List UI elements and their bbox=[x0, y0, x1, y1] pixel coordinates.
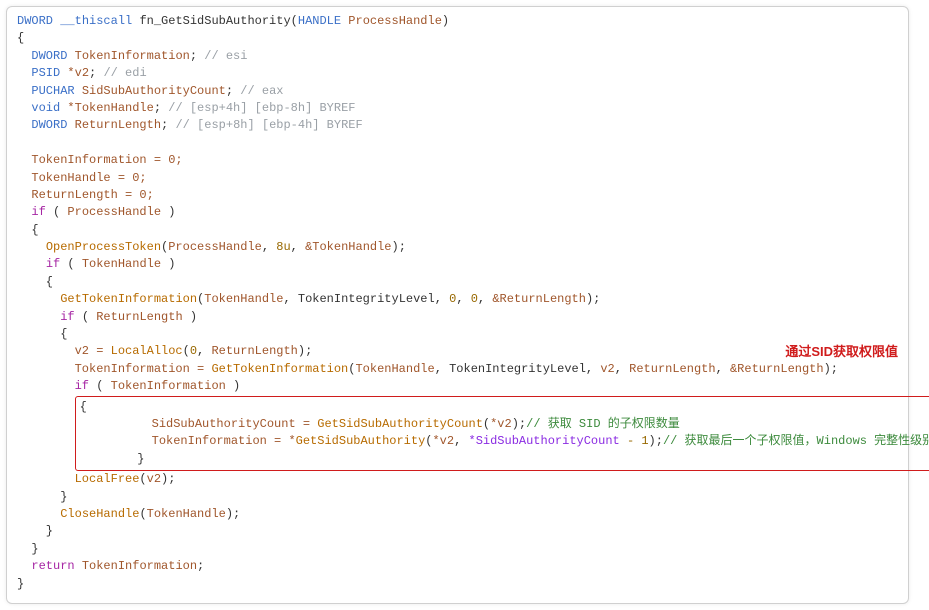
decl-name: *TokenHandle bbox=[67, 101, 153, 115]
annotation-label: 通过SID获取权限值 bbox=[785, 343, 898, 362]
decl-comment: // eax bbox=[240, 84, 283, 98]
decl-name: SidSubAuthorityCount bbox=[82, 84, 226, 98]
arg: TokenHandle bbox=[355, 362, 434, 376]
decl-type: PSID bbox=[31, 66, 60, 80]
call-getsidsubauthoritycount: GetSidSubAuthorityCount bbox=[317, 417, 483, 431]
arg: *v2 bbox=[432, 434, 454, 448]
ret-type: DWORD bbox=[17, 14, 53, 28]
calling-conv: __thiscall bbox=[60, 14, 132, 28]
arg: TokenHandle bbox=[147, 507, 226, 521]
arg: ReturnLength bbox=[211, 344, 297, 358]
arg: v2 bbox=[147, 472, 161, 486]
arg: ProcessHandle bbox=[168, 240, 262, 254]
call-localalloc: LocalAlloc bbox=[111, 344, 183, 358]
stmt: TokenHandle = 0; bbox=[31, 171, 146, 185]
call-gettokeninformation: GetTokenInformation bbox=[60, 292, 197, 306]
assign-lhs: TokenInformation = * bbox=[152, 434, 296, 448]
cond: ProcessHandle bbox=[67, 205, 161, 219]
decl-name: ReturnLength bbox=[75, 118, 161, 132]
arg: 0 bbox=[190, 344, 197, 358]
decl-type: void bbox=[31, 101, 60, 115]
arg: 8u bbox=[276, 240, 290, 254]
arg: *v2 bbox=[490, 417, 512, 431]
cond: ReturnLength bbox=[96, 310, 182, 324]
comment: // 获取最后一个子权限值，Windows 完整性级别的关键值 bbox=[663, 434, 929, 448]
decl-type: PUCHAR bbox=[31, 84, 74, 98]
kw-if: if bbox=[60, 310, 74, 324]
cond: TokenHandle bbox=[82, 257, 161, 271]
arg: ReturnLength bbox=[629, 362, 715, 376]
arg: &ReturnLength bbox=[730, 362, 824, 376]
decl-comment: // [esp+8h] [ebp-4h] BYREF bbox=[175, 118, 362, 132]
call-localfree: LocalFree bbox=[75, 472, 140, 486]
decl-comment: // esi bbox=[204, 49, 247, 63]
decompiled-code: DWORD __thiscall fn_GetSidSubAuthority(H… bbox=[17, 13, 898, 593]
kw-return: return bbox=[31, 559, 74, 573]
call-openprocesstoken: OpenProcessToken bbox=[46, 240, 161, 254]
arg: TokenHandle bbox=[204, 292, 283, 306]
decl-name: TokenInformation bbox=[75, 49, 190, 63]
decl-comment: // edi bbox=[103, 66, 146, 80]
call-gettokeninformation: GetTokenInformation bbox=[211, 362, 348, 376]
comment: // 获取 SID 的子权限数量 bbox=[526, 417, 680, 431]
decl-comment: // [esp+4h] [ebp-8h] BYREF bbox=[168, 101, 355, 115]
decl-type: DWORD bbox=[31, 49, 67, 63]
arg: 0 bbox=[449, 292, 456, 306]
assign-lhs: TokenInformation = bbox=[75, 362, 212, 376]
func-name: fn_GetSidSubAuthority bbox=[139, 14, 290, 28]
arg: TokenIntegrityLevel bbox=[298, 292, 435, 306]
decl-type: DWORD bbox=[31, 118, 67, 132]
decl-name: *v2 bbox=[67, 66, 89, 80]
call-closehandle: CloseHandle bbox=[60, 507, 139, 521]
stmt: ReturnLength = 0; bbox=[31, 188, 153, 202]
highlight-box: { SidSubAuthorityCount = GetSidSubAuthor… bbox=[75, 396, 929, 472]
arg: 0 bbox=[471, 292, 478, 306]
arg: TokenIntegrityLevel bbox=[449, 362, 586, 376]
code-panel: 通过SID获取权限值 DWORD __thiscall fn_GetSidSub… bbox=[6, 6, 909, 604]
kw-if: if bbox=[46, 257, 60, 271]
cond: TokenInformation bbox=[111, 379, 226, 393]
kw-if: if bbox=[75, 379, 89, 393]
arg: *SidSubAuthorityCount bbox=[469, 434, 620, 448]
assign-lhs: SidSubAuthorityCount = bbox=[152, 417, 318, 431]
param-name: ProcessHandle bbox=[348, 14, 442, 28]
arg: - 1 bbox=[627, 434, 649, 448]
arg: &TokenHandle bbox=[305, 240, 391, 254]
return-val: TokenInformation bbox=[82, 559, 197, 573]
kw-if: if bbox=[31, 205, 45, 219]
arg: &ReturnLength bbox=[492, 292, 586, 306]
assign-lhs: v2 = bbox=[75, 344, 111, 358]
stmt: TokenInformation = 0; bbox=[31, 153, 182, 167]
call-getsidsubauthority: GetSidSubAuthority bbox=[296, 434, 426, 448]
param-type: HANDLE bbox=[298, 14, 341, 28]
arg: v2 bbox=[600, 362, 614, 376]
